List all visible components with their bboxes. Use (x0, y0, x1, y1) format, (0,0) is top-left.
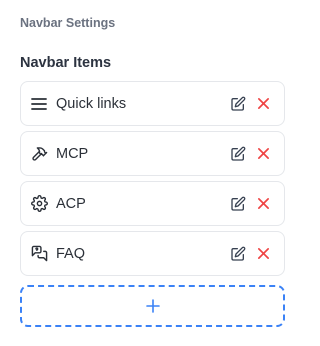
chat-bubbles-icon (30, 245, 48, 263)
plus-icon (145, 299, 160, 313)
hammer-icon (30, 145, 48, 163)
item-label: FAQ (56, 245, 86, 262)
item-label: ACP (56, 195, 86, 212)
edit-icon[interactable] (229, 95, 246, 112)
section-title: Navbar Items (20, 55, 112, 71)
navbar-items-list: Quick links MCP ACP FAQ (20, 81, 285, 281)
item-label: MCP (56, 145, 89, 162)
hamburger-menu-icon (30, 95, 48, 113)
close-icon[interactable] (255, 195, 272, 212)
gear-icon (30, 195, 48, 213)
add-item-button[interactable] (20, 285, 285, 327)
close-icon[interactable] (255, 145, 272, 162)
list-item[interactable]: FAQ (20, 231, 285, 276)
edit-icon[interactable] (229, 145, 246, 162)
edit-icon[interactable] (229, 245, 246, 262)
list-item[interactable]: Quick links (20, 81, 285, 126)
close-icon[interactable] (255, 95, 272, 112)
edit-icon[interactable] (229, 195, 246, 212)
settings-title: Navbar Settings (20, 16, 116, 30)
item-label: Quick links (56, 95, 127, 112)
navbar-settings-panel: Navbar Settings Navbar Items Quick links (0, 0, 305, 346)
close-icon[interactable] (255, 245, 272, 262)
list-item[interactable]: ACP (20, 181, 285, 226)
list-item[interactable]: MCP (20, 131, 285, 176)
